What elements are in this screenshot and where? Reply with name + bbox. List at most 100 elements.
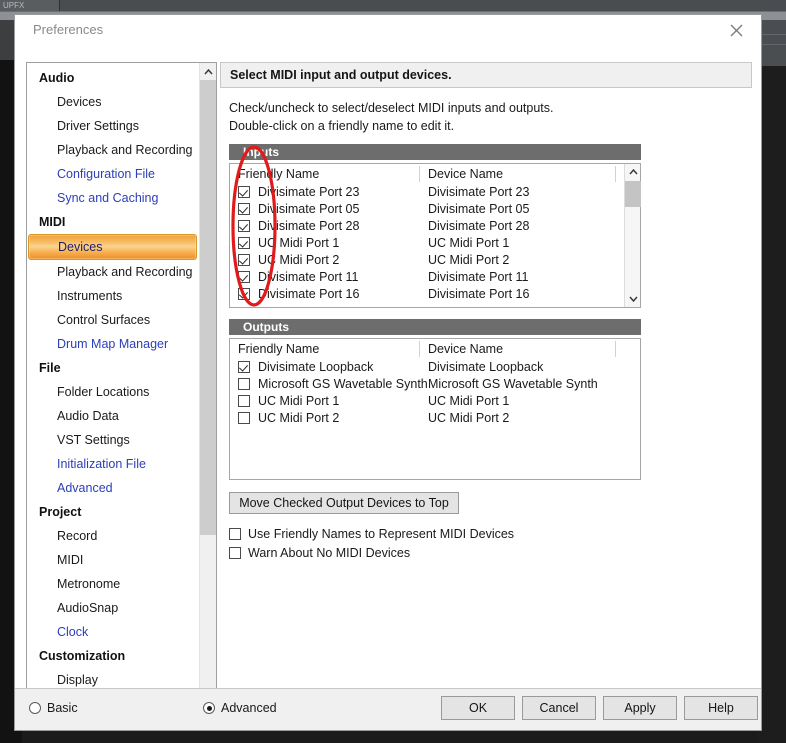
checkbox-box bbox=[229, 528, 241, 540]
sidebar-item-metronome[interactable]: Metronome bbox=[27, 572, 200, 596]
sidebar-item-audiosnap[interactable]: AudioSnap bbox=[27, 596, 200, 620]
move-checked-output-devices-to-top-button[interactable]: Move Checked Output Devices to Top bbox=[229, 492, 459, 514]
table-row[interactable]: Divisimate Port 11 Divisimate Port 11 bbox=[230, 269, 640, 286]
sidebar-scrollbar[interactable] bbox=[199, 63, 216, 718]
device-name-cell: Divisimate Loopback bbox=[428, 360, 544, 374]
close-icon[interactable] bbox=[719, 19, 753, 41]
chevron-up-icon[interactable] bbox=[625, 164, 641, 180]
table-row[interactable]: Divisimate Loopback Divisimate Loopback bbox=[230, 359, 640, 376]
sidebar-category-midi: MIDI bbox=[39, 215, 66, 229]
table-row[interactable]: UC Midi Port 1 UC Midi Port 1 bbox=[230, 393, 640, 410]
device-name-cell: Microsoft GS Wavetable Synth bbox=[428, 377, 598, 391]
cancel-button[interactable]: Cancel bbox=[522, 696, 596, 720]
sidebar-item-clock[interactable]: Clock bbox=[27, 620, 200, 644]
sidebar-item-midi[interactable]: MIDI bbox=[27, 548, 200, 572]
help-button[interactable]: Help bbox=[684, 696, 758, 720]
table-row[interactable]: Microsoft GS Wavetable Synth Microsoft GS… bbox=[230, 376, 640, 393]
sidebar-item-record[interactable]: Record bbox=[27, 524, 200, 548]
sidebar-item-devices[interactable]: Devices bbox=[28, 234, 197, 260]
sidebar-scroll-thumb[interactable] bbox=[200, 80, 216, 535]
sidebar-category-project: Project bbox=[39, 505, 82, 519]
dialog-titlebar: Preferences bbox=[15, 15, 761, 45]
dialog-footer: Basic Advanced OK Cancel Apply Help bbox=[15, 688, 761, 730]
inputs-scrollbar[interactable] bbox=[624, 164, 641, 307]
device-name-cell: UC Midi Port 2 bbox=[428, 411, 510, 425]
sidebar-item-audio-data[interactable]: Audio Data bbox=[27, 404, 200, 428]
table-row[interactable]: Divisimate Port 28 Divisimate Port 28 bbox=[230, 218, 640, 235]
outputs-column-device-name: Device Name bbox=[428, 342, 504, 356]
friendly-name-cell: Divisimate Port 23 bbox=[258, 185, 360, 199]
checkbox-checked[interactable] bbox=[238, 220, 250, 232]
table-row[interactable]: Divisimate Port 23 Divisimate Port 23 bbox=[230, 184, 640, 201]
device-name-cell: UC Midi Port 1 bbox=[428, 236, 510, 250]
sidebar-category-customization: Customization bbox=[39, 649, 126, 663]
table-row[interactable]: Divisimate Port 16 Divisimate Port 16 bbox=[230, 286, 640, 303]
warn-about-no-midi-devices-checkbox[interactable]: Warn About No MIDI Devices bbox=[229, 545, 752, 564]
checkbox-checked[interactable] bbox=[238, 361, 250, 373]
preferences-sidebar: Audio Devices Driver Settings Playback and … bbox=[26, 62, 217, 719]
sidebar-item-configuration-file[interactable]: Configuration File bbox=[27, 162, 200, 186]
table-row[interactable]: UC Midi Port 1 UC Midi Port 1 bbox=[230, 235, 640, 252]
apply-button[interactable]: Apply bbox=[603, 696, 677, 720]
sidebar-item-folder-locations[interactable]: Folder Locations bbox=[27, 380, 200, 404]
outputs-column-divider-2 bbox=[615, 341, 616, 357]
friendly-name-cell: Divisimate Port 28 bbox=[258, 219, 360, 233]
checkbox-checked[interactable] bbox=[238, 203, 250, 215]
checkbox-unchecked[interactable] bbox=[238, 395, 250, 407]
friendly-name-cell: UC Midi Port 1 bbox=[258, 236, 340, 250]
table-row[interactable]: UC Midi Port 2 UC Midi Port 2 bbox=[230, 410, 640, 427]
inputs-section-header: Inputs bbox=[229, 144, 641, 160]
sidebar-item-sync-and-caching[interactable]: Sync and Caching bbox=[27, 186, 200, 210]
sidebar-item-initialization-file[interactable]: Initialization File bbox=[27, 452, 200, 476]
friendly-name-cell: Divisimate Port 05 bbox=[258, 202, 360, 216]
friendly-name-cell: Divisimate Port 11 bbox=[258, 270, 359, 284]
ok-button[interactable]: OK bbox=[441, 696, 515, 720]
inputs-rows: Divisimate Port 23 Divisimate Port 23 Divi… bbox=[230, 184, 640, 303]
checkbox-checked[interactable] bbox=[238, 237, 250, 249]
checkbox-checked[interactable] bbox=[238, 254, 250, 266]
device-name-cell: Divisimate Port 05 bbox=[428, 202, 530, 216]
chevron-down-icon[interactable] bbox=[625, 291, 641, 307]
device-name-cell: Divisimate Port 11 bbox=[428, 270, 529, 284]
sidebar-item-playback-and-recording[interactable]: Playback and Recording bbox=[27, 260, 200, 284]
sidebar-item-advanced[interactable]: Advanced bbox=[27, 476, 200, 500]
outputs-section-header: Outputs bbox=[229, 319, 641, 335]
sidebar-item-instruments[interactable]: Instruments bbox=[27, 284, 200, 308]
device-name-cell: Divisimate Port 16 bbox=[428, 287, 530, 301]
inputs-column-divider-2 bbox=[615, 166, 616, 182]
inputs-listbox[interactable]: Friendly Name Device Name Divisimate Por… bbox=[229, 163, 641, 308]
chevron-up-icon[interactable] bbox=[200, 63, 216, 80]
warn-about-no-midi-devices-label: Warn About No MIDI Devices bbox=[248, 546, 411, 560]
inputs-column-divider bbox=[419, 166, 420, 182]
friendly-name-cell: Microsoft GS Wavetable Synth bbox=[258, 377, 428, 391]
pane-description-line-1: Check/uncheck to select/deselect MIDI in… bbox=[229, 101, 554, 115]
use-friendly-names-label: Use Friendly Names to Represent MIDI Dev… bbox=[248, 527, 515, 541]
sidebar-item-drum-map-manager[interactable]: Drum Map Manager bbox=[27, 332, 200, 356]
table-row[interactable]: UC Midi Port 2 UC Midi Port 2 bbox=[230, 252, 640, 269]
sidebar-item-control-surfaces[interactable]: Control Surfaces bbox=[27, 308, 200, 332]
device-name-cell: Divisimate Port 28 bbox=[428, 219, 530, 233]
daw-top-toolbar bbox=[0, 0, 786, 11]
radio-circle bbox=[29, 702, 41, 714]
sidebar-item-devices[interactable]: Devices bbox=[27, 90, 200, 114]
sidebar-item-vst-settings[interactable]: VST Settings bbox=[27, 428, 200, 452]
checkbox-checked[interactable] bbox=[238, 186, 250, 198]
friendly-name-cell: UC Midi Port 2 bbox=[258, 411, 340, 425]
preferences-dialog: Preferences Audio Devices Driver Settings P… bbox=[14, 14, 762, 731]
outputs-listbox[interactable]: Friendly Name Device Name Divisimate Loo… bbox=[229, 338, 641, 480]
outputs-rows: Divisimate Loopback Divisimate Loopback Mi… bbox=[230, 359, 640, 427]
sidebar-category-audio: Audio bbox=[39, 71, 75, 85]
sidebar-item-playback-and-recording[interactable]: Playback and Recording bbox=[27, 138, 200, 162]
settings-pane: Select MIDI input and output devices. Ch… bbox=[220, 62, 752, 719]
checkbox-unchecked[interactable] bbox=[238, 378, 250, 390]
use-friendly-names-checkbox[interactable]: Use Friendly Names to Represent MIDI Dev… bbox=[229, 526, 752, 545]
checkbox-checked[interactable] bbox=[238, 271, 250, 283]
sidebar-nav-list: Audio Devices Driver Settings Playback and … bbox=[27, 63, 200, 692]
checkbox-unchecked[interactable] bbox=[238, 412, 250, 424]
radio-basic-label: Basic bbox=[47, 701, 78, 715]
table-row[interactable]: Divisimate Port 05 Divisimate Port 05 bbox=[230, 201, 640, 218]
sidebar-item-driver-settings[interactable]: Driver Settings bbox=[27, 114, 200, 138]
inputs-scroll-thumb[interactable] bbox=[625, 181, 641, 207]
checkbox-checked[interactable] bbox=[238, 288, 250, 300]
daw-tab-label: UPFX bbox=[0, 0, 60, 11]
